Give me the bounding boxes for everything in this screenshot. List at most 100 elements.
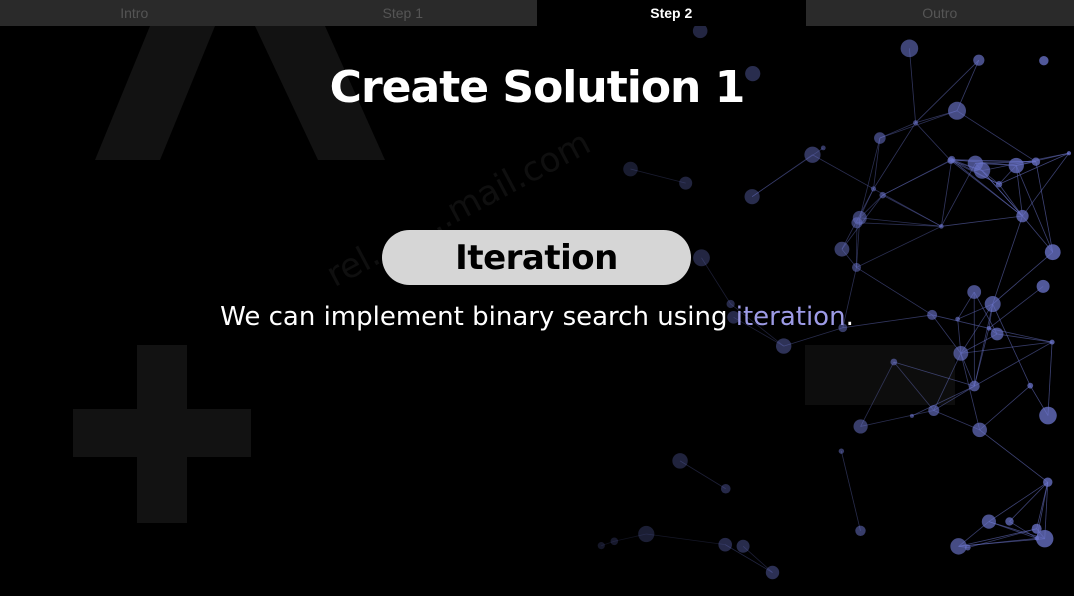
network-link (988, 481, 1048, 522)
network-link (981, 170, 1023, 217)
network-link (725, 544, 773, 573)
network-link (701, 257, 731, 305)
network-node (718, 537, 733, 552)
network-link (860, 410, 934, 427)
network-node (969, 380, 980, 392)
network-link (856, 217, 861, 268)
bg-right-block (805, 345, 955, 405)
network-link (958, 537, 1037, 547)
network-link (1009, 481, 1049, 522)
network-node (1034, 536, 1040, 541)
network-node (838, 448, 845, 454)
network-link (841, 248, 857, 268)
network-link (950, 160, 1023, 217)
network-link (614, 533, 647, 542)
topic-pill: Iteration (382, 230, 691, 285)
network-node (950, 538, 967, 555)
network-link (1035, 161, 1054, 253)
tab-step-2[interactable]: Step 2 (537, 0, 806, 26)
network-link (951, 159, 1036, 163)
network-node (874, 132, 886, 144)
body-text-prefix: We can implement binary search using (220, 302, 736, 332)
network-link (893, 361, 935, 411)
body-text-highlight: iteration (735, 302, 846, 332)
network-node (890, 358, 898, 366)
network-node (804, 146, 821, 163)
network-node (974, 162, 991, 179)
network-node (775, 338, 792, 354)
network-link (950, 160, 1036, 163)
network-node (1031, 523, 1042, 534)
network-node (1044, 244, 1061, 261)
network-node (909, 413, 914, 418)
network-link (967, 528, 1037, 549)
network-node (1027, 382, 1034, 389)
network-node (736, 539, 750, 553)
network-link (979, 385, 1031, 431)
tab-outro[interactable]: Outro (805, 0, 1074, 26)
network-link (751, 154, 813, 198)
network-link (940, 159, 953, 227)
network-link (856, 222, 942, 227)
network-link (1009, 521, 1038, 539)
network-link (941, 215, 1023, 227)
network-node (720, 483, 731, 494)
network-link (742, 545, 773, 573)
network-node (1043, 477, 1053, 487)
network-link (1016, 152, 1070, 166)
tab-intro[interactable]: Intro (0, 0, 269, 26)
network-link (840, 451, 861, 531)
network-node (765, 565, 780, 580)
network-link (873, 122, 916, 190)
network-link (915, 122, 952, 161)
network-link (960, 353, 975, 387)
body-text-suffix: . (845, 302, 854, 332)
network-node (1005, 517, 1014, 526)
network-link (841, 194, 883, 250)
network-node (610, 537, 619, 546)
network-node (851, 262, 861, 272)
network-link (988, 521, 1045, 540)
network-link (1015, 165, 1054, 253)
network-node (913, 120, 919, 126)
network-link (1022, 215, 1054, 253)
network-node (1036, 529, 1054, 548)
network-link (960, 333, 998, 354)
network-link (1029, 385, 1049, 416)
network-link (1016, 161, 1036, 166)
network-node (1049, 339, 1055, 345)
network-link (873, 188, 942, 227)
network-node (851, 217, 863, 229)
network-link (933, 410, 980, 431)
network-link (630, 168, 686, 184)
network-link (982, 152, 1070, 172)
network-link (950, 160, 1000, 185)
network-link (951, 159, 1023, 217)
network-link (951, 159, 1017, 166)
network-node (995, 181, 1003, 188)
network-node (638, 525, 655, 543)
network-node (939, 224, 944, 229)
network-node (623, 161, 638, 177)
network-link (992, 251, 1054, 305)
network-link (998, 183, 1023, 217)
network-node (834, 241, 850, 257)
network-link (882, 159, 952, 196)
network-link (1036, 482, 1049, 529)
bg-plus-horizontal (73, 409, 251, 457)
network-node (947, 157, 955, 165)
network-node (853, 419, 868, 434)
tab-step-1[interactable]: Step 1 (268, 0, 537, 26)
network-link (859, 217, 942, 227)
network-link (941, 163, 976, 227)
network-link (950, 160, 983, 172)
step-tab-bar: Intro Step 1 Step 2 Outro (0, 0, 1074, 26)
network-node (1008, 157, 1024, 174)
network-link (1036, 528, 1046, 539)
network-link (646, 533, 726, 546)
network-link (998, 152, 1070, 185)
network-link (992, 215, 1023, 305)
network-link (1044, 482, 1049, 539)
network-link (882, 194, 942, 227)
network-node (1039, 406, 1057, 425)
